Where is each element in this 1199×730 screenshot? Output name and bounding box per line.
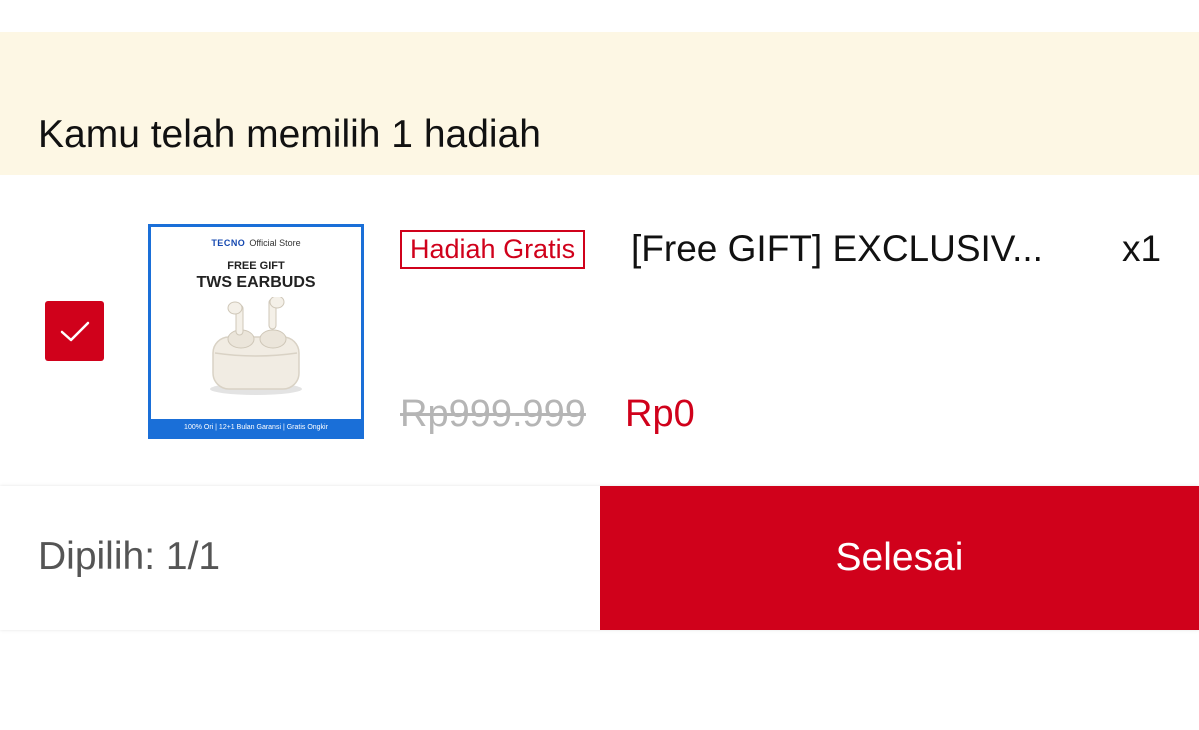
product-name[interactable]: [Free GIFT] EXCLUSIV... [631, 226, 1043, 272]
thumb-footer: 100% Ori | 12+1 Bulan Garansi | Gratis O… [151, 419, 361, 436]
banner-text: Kamu telah memilih 1 hadiah [38, 113, 541, 156]
original-price: Rp999.999 [400, 393, 586, 435]
quantity-label: x1 [1122, 228, 1162, 269]
thumb-line2: TWS EARBUDS [196, 274, 316, 291]
free-gift-badge: Hadiah Gratis [400, 230, 586, 269]
selected-count: Dipilih: 1/1 [38, 535, 221, 578]
thumb-store-label: TECNO Official Store [211, 238, 301, 248]
gift-price: Rp0 [625, 393, 695, 435]
gift-selection-banner: Kamu telah memilih 1 hadiah [0, 32, 1199, 175]
product-image[interactable]: TECNO Official Store FREE GIFT TWS EARBUD… [148, 224, 364, 439]
bottom-action-bar: Dipilih: 1/1 Selesai [0, 486, 1199, 630]
earbuds-icon [210, 297, 302, 395]
checkmark-icon [60, 321, 90, 342]
done-button[interactable]: Selesai [600, 486, 1199, 630]
thumb-line1: FREE GIFT [227, 260, 285, 272]
gift-checkbox[interactable] [45, 301, 104, 361]
